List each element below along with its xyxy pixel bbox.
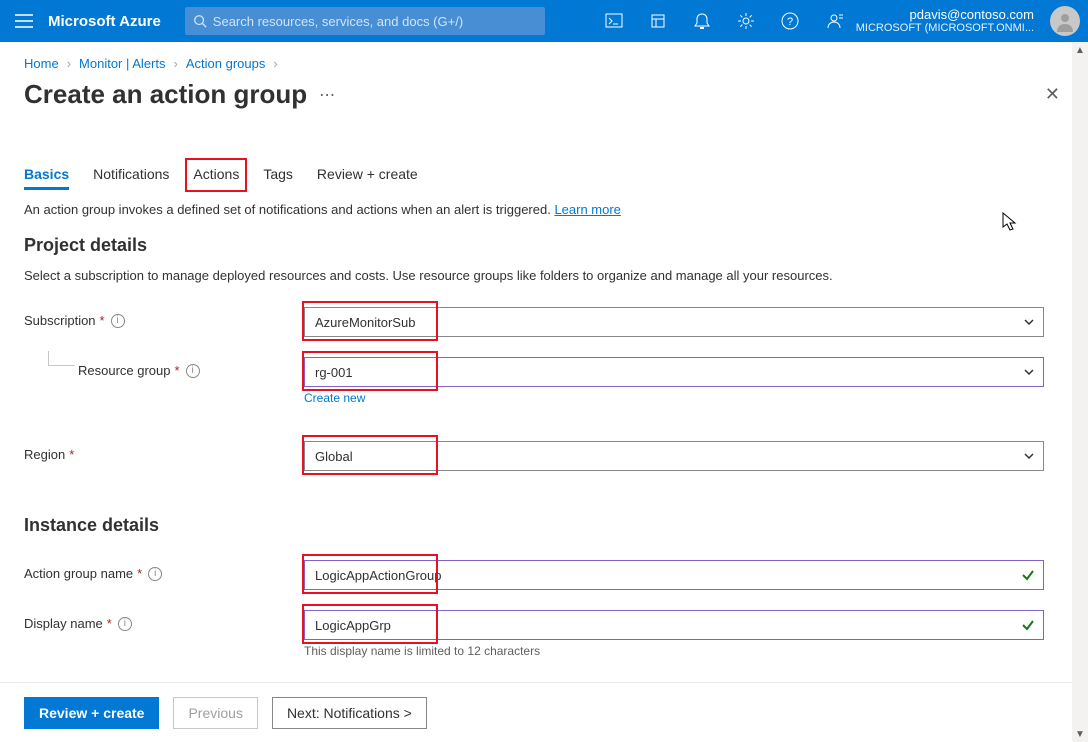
breadcrumb-monitor-alerts[interactable]: Monitor | Alerts: [79, 56, 165, 71]
subscription-label: Subscription: [24, 313, 96, 328]
required-marker: *: [69, 447, 74, 462]
project-details-note: Select a subscription to manage deployed…: [0, 256, 1088, 283]
title-row: Create an action group ⋯ ✕: [0, 71, 1088, 110]
display-name-label: Display name: [24, 616, 103, 631]
tab-basics[interactable]: Basics: [24, 166, 69, 190]
display-name-value: LogicAppGrp: [315, 618, 391, 633]
info-icon[interactable]: i: [186, 364, 200, 378]
required-marker: *: [175, 363, 180, 378]
resource-group-value: rg-001: [315, 365, 353, 380]
chevron-right-icon: ›: [273, 56, 277, 71]
tab-actions[interactable]: Actions: [193, 166, 239, 190]
region-label: Region: [24, 447, 65, 462]
chevron-right-icon: ›: [67, 56, 71, 71]
scrollbar[interactable]: ▲ ▼: [1072, 42, 1088, 742]
search-input[interactable]: [213, 14, 537, 29]
info-icon[interactable]: i: [148, 567, 162, 581]
next-button[interactable]: Next: Notifications >: [272, 697, 427, 729]
avatar[interactable]: [1050, 6, 1080, 36]
check-icon: [1021, 618, 1035, 632]
display-name-input[interactable]: LogicAppGrp: [304, 610, 1044, 640]
action-group-name-input[interactable]: LogicAppActionGroup: [304, 560, 1044, 590]
page-title: Create an action group: [24, 79, 307, 110]
action-group-name-value: LogicAppActionGroup: [315, 568, 441, 583]
instance-details-form: Action group name * i LogicAppActionGrou…: [0, 550, 1088, 668]
required-marker: *: [107, 616, 112, 631]
previous-button: Previous: [173, 697, 257, 729]
more-actions-icon[interactable]: ⋯: [319, 85, 337, 105]
description: An action group invokes a defined set of…: [0, 190, 1088, 217]
check-icon: [1021, 568, 1035, 582]
topbar-icons: ?: [592, 0, 856, 42]
account-email: pdavis@contoso.com: [910, 7, 1034, 23]
tabs: Basics Notifications Actions Tags Review…: [0, 110, 1088, 190]
create-new-link[interactable]: Create new: [304, 391, 365, 405]
breadcrumb-action-groups[interactable]: Action groups: [186, 56, 266, 71]
hamburger-menu[interactable]: [0, 14, 48, 28]
info-icon[interactable]: i: [118, 617, 132, 631]
chevron-right-icon: ›: [174, 56, 178, 71]
review-create-button[interactable]: Review + create: [24, 697, 159, 729]
breadcrumb-home[interactable]: Home: [24, 56, 59, 71]
description-text: An action group invokes a defined set of…: [24, 202, 554, 217]
breadcrumb: Home › Monitor | Alerts › Action groups …: [0, 42, 1088, 71]
svg-text:?: ?: [787, 16, 793, 28]
cloud-shell-icon[interactable]: [592, 0, 636, 42]
tab-notifications[interactable]: Notifications: [93, 166, 169, 190]
info-icon[interactable]: i: [111, 314, 125, 328]
required-marker: *: [100, 313, 105, 328]
project-details-form: Subscription * i AzureMonitorSub Resourc…: [0, 297, 1088, 481]
required-marker: *: [137, 566, 142, 581]
close-icon[interactable]: ✕: [1041, 80, 1064, 109]
subscription-dropdown[interactable]: AzureMonitorSub: [304, 307, 1044, 337]
resource-group-dropdown[interactable]: rg-001: [304, 357, 1044, 387]
subscription-value: AzureMonitorSub: [315, 315, 415, 330]
chevron-down-icon: [1023, 366, 1035, 378]
footer: Review + create Previous Next: Notificat…: [0, 682, 1076, 742]
tab-tags[interactable]: Tags: [263, 166, 293, 190]
help-icon[interactable]: ?: [768, 0, 812, 42]
topbar: Microsoft Azure ? pdavis@contoso.com MIC…: [0, 0, 1088, 42]
directories-icon[interactable]: [636, 0, 680, 42]
search-box[interactable]: [185, 7, 545, 35]
action-group-name-label: Action group name: [24, 566, 133, 581]
project-details-heading: Project details: [0, 217, 1088, 256]
notifications-icon[interactable]: [680, 0, 724, 42]
display-name-hint: This display name is limited to 12 chara…: [304, 644, 1044, 658]
feedback-icon[interactable]: [812, 0, 856, 42]
settings-icon[interactable]: [724, 0, 768, 42]
region-dropdown[interactable]: Global: [304, 441, 1044, 471]
resource-group-label: Resource group: [78, 363, 171, 378]
search-icon: [193, 14, 207, 28]
brand[interactable]: Microsoft Azure: [48, 13, 161, 30]
chevron-down-icon: [1023, 316, 1035, 328]
instance-details-heading: Instance details: [0, 497, 1088, 536]
chevron-down-icon: [1023, 450, 1035, 462]
scroll-up-icon[interactable]: ▲: [1072, 42, 1088, 58]
learn-more-link[interactable]: Learn more: [554, 202, 620, 217]
account-org: MICROSOFT (MICROSOFT.ONMI...: [856, 22, 1034, 35]
account-block[interactable]: pdavis@contoso.com MICROSOFT (MICROSOFT.…: [856, 7, 1042, 36]
tab-review-create[interactable]: Review + create: [317, 166, 418, 190]
scroll-down-icon[interactable]: ▼: [1072, 726, 1088, 742]
region-value: Global: [315, 449, 353, 464]
